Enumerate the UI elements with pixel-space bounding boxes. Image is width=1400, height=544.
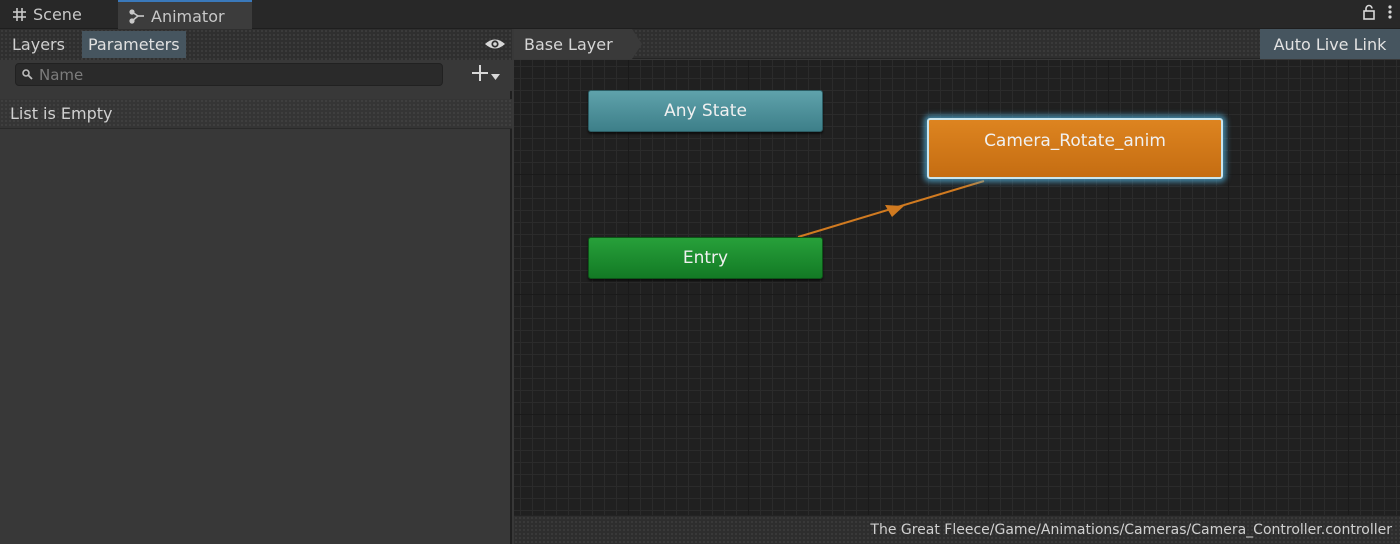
parameters-panel: Layers Parameters List is Empty [0, 29, 512, 544]
layers-parameters-toolbar: Layers Parameters [0, 29, 512, 60]
empty-list-message: List is Empty [10, 104, 113, 123]
search-icon [22, 65, 33, 84]
tab-animator[interactable]: Animator [118, 0, 252, 30]
lock-icon[interactable] [1362, 4, 1376, 24]
state-entry[interactable]: Entry [588, 237, 823, 279]
graph-toolbar: Base Layer Auto Live Link [514, 29, 1400, 59]
eye-icon[interactable] [484, 35, 506, 53]
auto-live-link-toggle[interactable]: Auto Live Link [1260, 29, 1400, 59]
tab-layers[interactable]: Layers [6, 31, 71, 58]
parameter-search-box[interactable] [15, 63, 443, 86]
tab-scene-label: Scene [33, 5, 82, 24]
plus-icon [470, 63, 490, 87]
controller-asset-path: The Great Fleece/Game/Animations/Cameras… [870, 522, 1392, 538]
window-tab-strip: Scene Animator [0, 0, 1400, 30]
state-machine-graph[interactable]: Any State Entry Camera_Rotate_anim [514, 60, 1400, 515]
menu-dots-icon[interactable] [1388, 4, 1392, 24]
grid-icon [10, 6, 28, 24]
tab-parameters[interactable]: Parameters [82, 31, 186, 58]
state-any-state[interactable]: Any State [588, 90, 823, 132]
tab-animator-label: Animator [151, 6, 225, 26]
chevron-down-icon [490, 66, 501, 85]
breadcrumb-base-layer[interactable]: Base Layer [514, 29, 642, 59]
parameter-list-header: List is Empty [0, 99, 512, 129]
tab-scene[interactable]: Scene [0, 0, 112, 29]
add-parameter-button[interactable] [470, 64, 510, 86]
animator-icon [128, 7, 146, 25]
asset-path-bar: The Great Fleece/Game/Animations/Cameras… [514, 515, 1400, 544]
parameter-search-row [0, 60, 512, 91]
state-camera-rotate-anim[interactable]: Camera_Rotate_anim [927, 118, 1223, 179]
search-input[interactable] [39, 65, 429, 84]
